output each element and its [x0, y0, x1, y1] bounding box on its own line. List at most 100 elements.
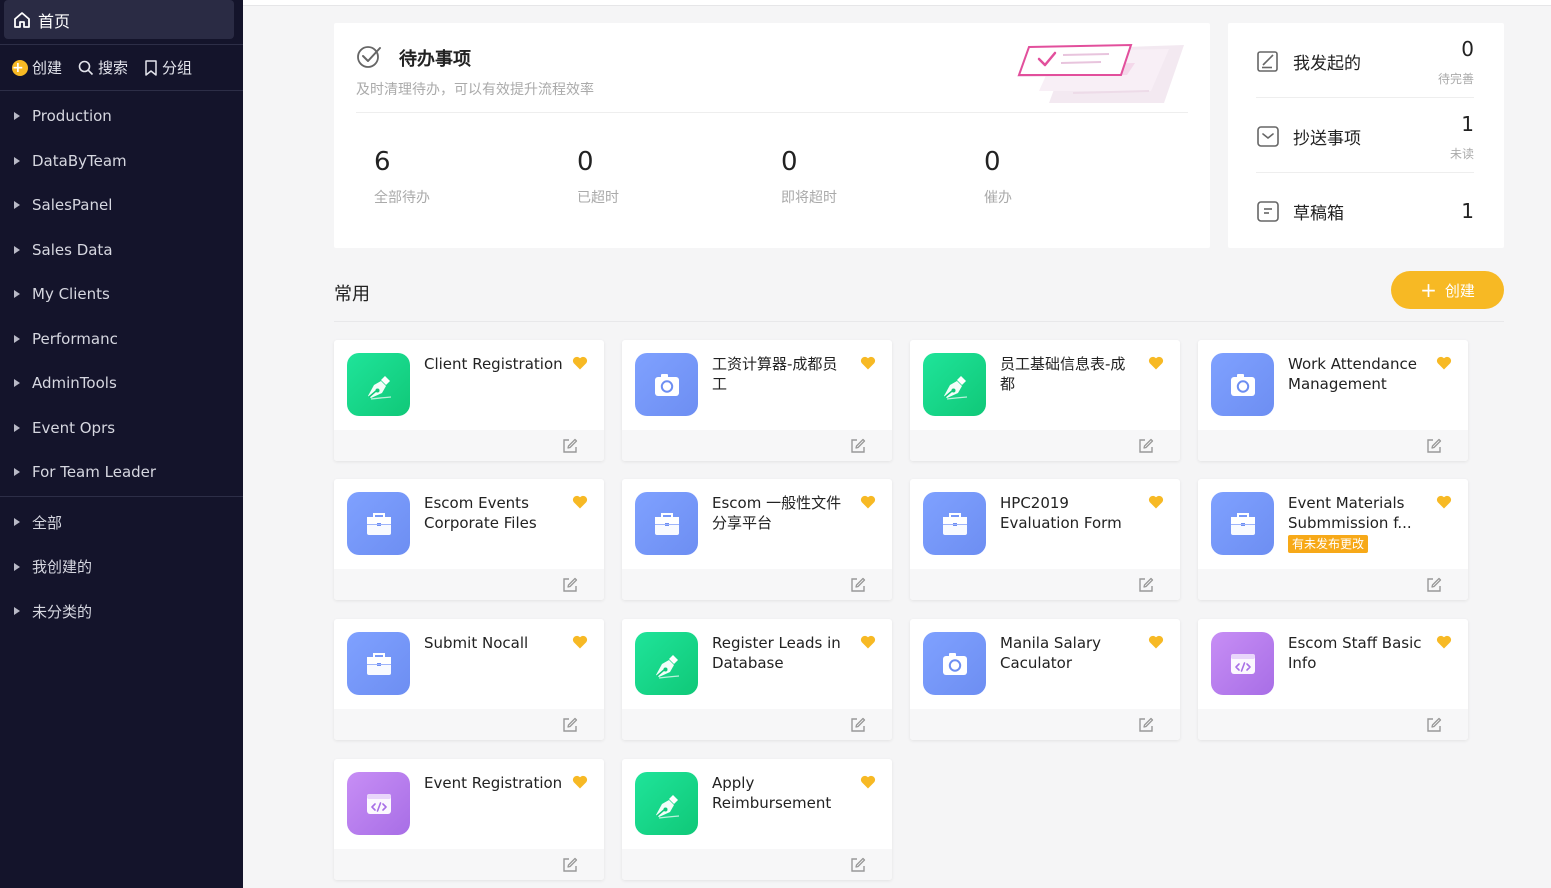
camera-icon — [923, 632, 986, 695]
stat-all-todo[interactable]: 6 全部待办 — [374, 147, 430, 207]
app-card[interactable]: HPC2019 Evaluation Form — [910, 479, 1180, 600]
app-card[interactable]: Manila Salary Caculator — [910, 619, 1180, 740]
sidebar-item-home[interactable]: 首页 — [4, 0, 234, 39]
favorite-heart-icon[interactable] — [1436, 634, 1452, 653]
app-card[interactable]: Escom 一般性文件分享平台 — [622, 479, 892, 600]
edit-icon[interactable] — [562, 717, 578, 737]
favorite-heart-icon[interactable] — [572, 494, 588, 513]
favorite-heart-icon[interactable] — [860, 355, 876, 374]
sidebar-item-salespanel[interactable]: SalesPanel — [0, 183, 243, 228]
favorite-heart-icon[interactable] — [572, 355, 588, 374]
edit-icon[interactable] — [850, 857, 866, 877]
sidebar-item-performanc[interactable]: Performanc — [0, 317, 243, 362]
favorite-heart-icon[interactable] — [1148, 355, 1164, 374]
sidebar-item-label: 全部 — [32, 513, 63, 532]
sidebar-item-production[interactable]: Production — [0, 94, 243, 139]
create-button[interactable]: + 创建 — [12, 57, 62, 78]
app-card-footer — [622, 849, 892, 880]
group-button[interactable]: 分组 — [144, 57, 192, 78]
sidebar-item-my-clients[interactable]: My Clients — [0, 272, 243, 317]
summary-drafts[interactable]: 草稿箱 1 — [1256, 185, 1474, 259]
favorite-heart-icon[interactable] — [1148, 494, 1164, 513]
favorite-heart-icon[interactable] — [860, 774, 876, 793]
app-card-footer — [622, 569, 892, 600]
edit-icon[interactable] — [1426, 717, 1442, 737]
summary-sub: 未读 — [1449, 147, 1474, 161]
sidebar-item-label: SalesPanel — [32, 196, 113, 215]
stat-overdue[interactable]: 0 已超时 — [577, 147, 619, 207]
app-name: Event Materials Submmission f... 有未发布更改 — [1288, 493, 1428, 553]
app-card-footer — [334, 849, 604, 880]
app-name-text: HPC2019 Evaluation Form — [1000, 494, 1122, 532]
create-app-button[interactable]: + 创建 — [1391, 271, 1504, 309]
sidebar-item-databyteam[interactable]: DataByTeam — [0, 139, 243, 184]
app-card[interactable]: 员工基础信息表-成都 — [910, 340, 1180, 461]
caret-right-icon — [14, 112, 20, 121]
favorite-heart-icon[interactable] — [1148, 634, 1164, 653]
app-card-footer — [622, 430, 892, 461]
app-card[interactable]: Event Materials Submmission f... 有未发布更改 — [1198, 479, 1468, 600]
edit-icon[interactable] — [562, 577, 578, 597]
sidebar-item-team-leader[interactable]: For Team Leader — [0, 450, 243, 495]
sidebar-item-admintools[interactable]: AdminTools — [0, 361, 243, 406]
favorite-heart-icon[interactable] — [860, 494, 876, 513]
edit-icon[interactable] — [850, 438, 866, 458]
search-button[interactable]: 搜索 — [78, 57, 128, 78]
summary-label: 我发起的 — [1293, 54, 1361, 74]
sidebar-item-label: 未分类的 — [32, 602, 93, 621]
app-name: Manila Salary Caculator — [1000, 633, 1140, 673]
edit-icon[interactable] — [1426, 577, 1442, 597]
favorite-heart-icon[interactable] — [860, 634, 876, 653]
edit-icon[interactable] — [850, 577, 866, 597]
code-window-icon — [347, 772, 410, 835]
edit-icon[interactable] — [1138, 577, 1154, 597]
plus-icon: + — [12, 59, 28, 76]
sidebar-item-label: 我创建的 — [32, 558, 93, 577]
favorite-heart-icon[interactable] — [572, 774, 588, 793]
app-card[interactable]: Register Leads in Database — [622, 619, 892, 740]
sidebar-item-sales-data[interactable]: Sales Data — [0, 228, 243, 273]
search-icon — [78, 60, 94, 76]
app-card[interactable]: Escom Staff Basic Info — [1198, 619, 1468, 740]
app-card[interactable]: 工资计算器-成都员工 — [622, 340, 892, 461]
caret-right-icon — [14, 201, 20, 210]
favorite-heart-icon[interactable] — [1436, 355, 1452, 374]
sidebar-item-uncategorized[interactable]: 未分类的 — [0, 589, 243, 634]
app-name: Event Registration — [424, 773, 564, 793]
briefcase-icon — [1211, 492, 1274, 555]
pen-icon — [635, 632, 698, 695]
edit-icon[interactable] — [562, 438, 578, 458]
sidebar-item-all[interactable]: 全部 — [0, 500, 243, 545]
edit-icon[interactable] — [1138, 438, 1154, 458]
divider — [1256, 172, 1474, 173]
app-card[interactable]: Submit Nocall — [334, 619, 604, 740]
stat-due-soon[interactable]: 0 即将超时 — [781, 147, 837, 207]
app-card[interactable]: Client Registration — [334, 340, 604, 461]
app-card-footer — [910, 709, 1180, 740]
caret-right-icon — [14, 334, 20, 343]
briefcase-icon — [923, 492, 986, 555]
edit-icon[interactable] — [1138, 717, 1154, 737]
todo-title: 待办事项 — [399, 49, 471, 70]
caret-right-icon — [14, 518, 20, 527]
divider — [0, 496, 243, 497]
stat-label: 已超时 — [577, 190, 619, 206]
app-card[interactable]: Work Attendance Management — [1198, 340, 1468, 461]
app-card[interactable]: Event Registration — [334, 759, 604, 880]
app-name: HPC2019 Evaluation Form — [1000, 493, 1140, 533]
app-card[interactable]: Escom Events Corporate Files — [334, 479, 604, 600]
sidebar-item-created-by-me[interactable]: 我创建的 — [0, 545, 243, 590]
app-name-text: Apply Reimbursement — [712, 774, 832, 812]
stat-urged[interactable]: 0 催办 — [984, 147, 1012, 207]
summary-value: 0 — [1461, 37, 1474, 61]
favorite-heart-icon[interactable] — [1436, 494, 1452, 513]
edit-icon[interactable] — [850, 717, 866, 737]
app-card[interactable]: Apply Reimbursement — [622, 759, 892, 880]
caret-right-icon — [14, 607, 20, 616]
favorite-heart-icon[interactable] — [572, 634, 588, 653]
edit-icon[interactable] — [562, 857, 578, 877]
edit-icon[interactable] — [1426, 438, 1442, 458]
top-bar — [243, 0, 1551, 6]
sidebar-item-event-oprs[interactable]: Event Oprs — [0, 406, 243, 451]
app-card-footer — [622, 709, 892, 740]
